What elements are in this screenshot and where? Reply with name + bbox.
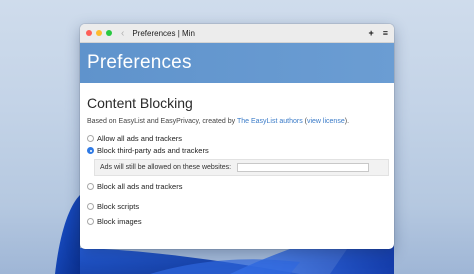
menu-hamburger-icon[interactable]: ≡: [383, 28, 388, 38]
page-title: Preferences: [87, 52, 192, 73]
option-allow-all[interactable]: Allow all ads and trackers: [87, 133, 387, 144]
allowed-websites-label: Ads will still be allowed on these websi…: [100, 164, 232, 171]
close-window-button[interactable]: [86, 30, 92, 36]
allowed-websites-input[interactable]: [237, 163, 370, 172]
desc-suffix: ).: [344, 118, 350, 125]
block-images-label: Block images: [97, 217, 142, 226]
content-blocking-description: Based on EasyList and EasyPrivacy, creat…: [87, 118, 387, 125]
view-license-link[interactable]: view license: [307, 118, 345, 125]
desc-prefix: Based on EasyList and EasyPrivacy, creat…: [87, 118, 237, 125]
new-tab-plus-icon[interactable]: +: [368, 28, 373, 38]
preferences-banner: Preferences: [80, 43, 394, 83]
radio-icon[interactable]: [87, 135, 94, 142]
option-block-third-party-label: Block third-party ads and trackers: [97, 146, 209, 155]
minimize-window-button[interactable]: [96, 30, 102, 36]
window-controls: [86, 30, 112, 36]
block-scripts-label: Block scripts: [97, 202, 140, 211]
blocking-level-options: Allow all ads and trackers Block third-p…: [87, 133, 389, 192]
window-title: Preferences | Min: [132, 28, 195, 38]
checkbox-icon[interactable]: [87, 203, 94, 210]
back-chevron-icon[interactable]: ‹: [121, 24, 124, 43]
checkbox-icon[interactable]: [87, 218, 94, 225]
radio-icon[interactable]: [87, 183, 94, 190]
preferences-window: ‹ Preferences | Min + ≡ Preferences Cont…: [80, 24, 394, 249]
title-bar: ‹ Preferences | Min + ≡: [80, 24, 394, 43]
option-allow-all-label: Allow all ads and trackers: [97, 134, 183, 143]
settings-content: Content Blocking Based on EasyList and E…: [80, 83, 394, 227]
toggle-block-images[interactable]: Block images: [87, 216, 387, 227]
option-block-third-party[interactable]: Block third-party ads and trackers: [87, 145, 387, 156]
radio-selected-icon[interactable]: [87, 147, 94, 154]
option-block-all[interactable]: Block all ads and trackers: [87, 181, 387, 192]
easylist-authors-link[interactable]: The EasyList authors: [237, 118, 303, 125]
allowed-websites-row: Ads will still be allowed on these websi…: [94, 159, 389, 176]
content-blocking-heading: Content Blocking: [87, 95, 193, 111]
toggle-block-scripts[interactable]: Block scripts: [87, 201, 387, 212]
zoom-window-button[interactable]: [106, 30, 112, 36]
option-block-all-label: Block all ads and trackers: [97, 182, 183, 191]
